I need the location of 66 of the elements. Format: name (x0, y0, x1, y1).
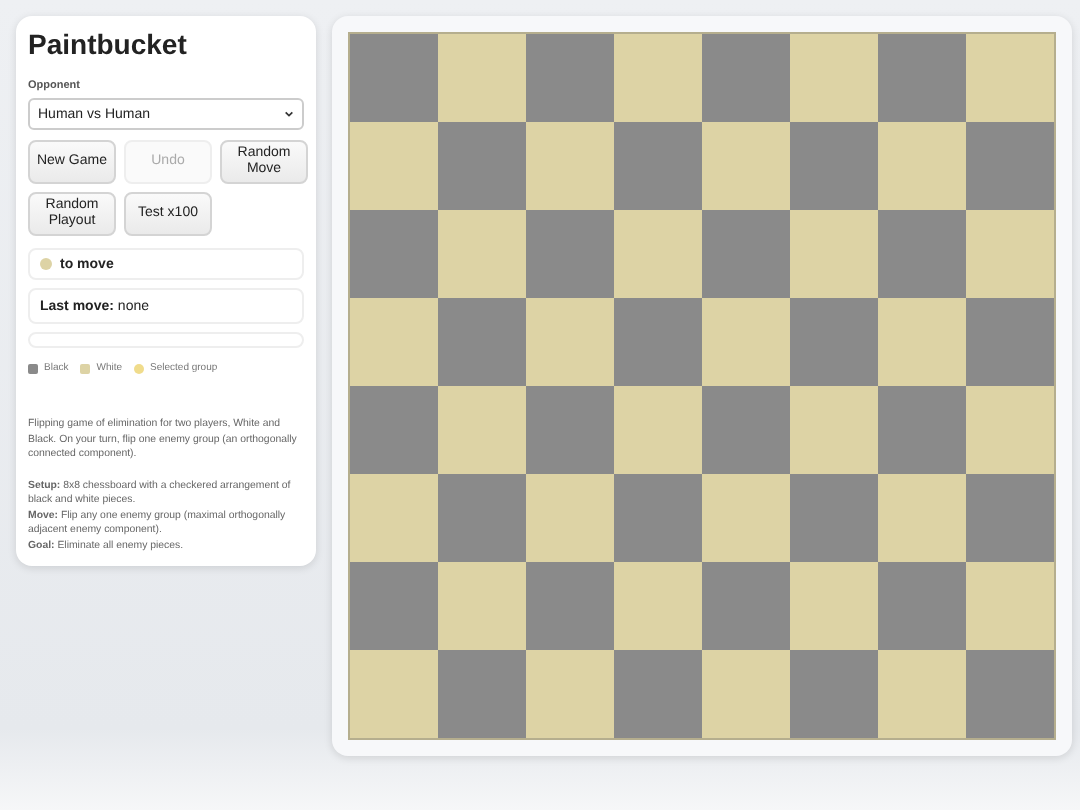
board-square[interactable] (702, 562, 789, 649)
board-square[interactable] (350, 650, 437, 737)
board-square[interactable] (966, 650, 1053, 737)
board-square[interactable] (614, 386, 701, 473)
board-square[interactable] (878, 34, 965, 121)
board-square[interactable] (702, 210, 789, 297)
board-square[interactable] (350, 386, 437, 473)
board-square[interactable] (966, 210, 1053, 297)
board-square[interactable] (526, 386, 613, 473)
board-square[interactable] (438, 122, 525, 209)
board-square[interactable] (350, 298, 437, 385)
board-square[interactable] (702, 650, 789, 737)
board-square[interactable] (966, 122, 1053, 209)
board-square[interactable] (438, 34, 525, 121)
board-square[interactable] (614, 562, 701, 649)
board-square[interactable] (350, 562, 437, 649)
board-square[interactable] (878, 298, 965, 385)
board-square[interactable] (878, 210, 965, 297)
board-square[interactable] (790, 122, 877, 209)
board-square[interactable] (526, 210, 613, 297)
board-square[interactable] (438, 298, 525, 385)
board-square[interactable] (966, 34, 1053, 121)
board-square[interactable] (790, 650, 877, 737)
board-square[interactable] (350, 474, 437, 561)
board-square[interactable] (526, 122, 613, 209)
board-square[interactable] (526, 650, 613, 737)
board-square[interactable] (526, 474, 613, 561)
board-square[interactable] (438, 386, 525, 473)
board-square[interactable] (790, 474, 877, 561)
chevron-icon (284, 110, 294, 118)
board-square[interactable] (526, 298, 613, 385)
board-square[interactable] (966, 562, 1053, 649)
board-square[interactable] (966, 386, 1053, 473)
board-square[interactable] (878, 122, 965, 209)
board-square[interactable] (878, 386, 965, 473)
board-square[interactable] (438, 210, 525, 297)
board-square[interactable] (614, 474, 701, 561)
board-square[interactable] (790, 34, 877, 121)
board-square[interactable] (350, 34, 437, 121)
board-square[interactable] (526, 34, 613, 121)
board-square[interactable] (966, 298, 1053, 385)
board-square[interactable] (878, 562, 965, 649)
board-square[interactable] (790, 298, 877, 385)
board-square[interactable] (878, 474, 965, 561)
board-square[interactable] (350, 122, 437, 209)
board-square[interactable] (702, 474, 789, 561)
board-square[interactable] (438, 474, 525, 561)
board-square[interactable] (702, 298, 789, 385)
board-square[interactable] (702, 386, 789, 473)
board-square[interactable] (526, 562, 613, 649)
board-square[interactable] (702, 34, 789, 121)
board-square[interactable] (790, 210, 877, 297)
board-square[interactable] (438, 562, 525, 649)
board-square[interactable] (702, 122, 789, 209)
board-square[interactable] (790, 386, 877, 473)
board-square[interactable] (878, 650, 965, 737)
board-square[interactable] (614, 650, 701, 737)
board-square[interactable] (350, 210, 437, 297)
board-square[interactable] (614, 298, 701, 385)
board-square[interactable] (614, 122, 701, 209)
app-title: Paintbucket (28, 28, 189, 60)
board-square[interactable] (966, 474, 1053, 561)
board-square[interactable] (614, 34, 701, 121)
board-square[interactable] (614, 210, 701, 297)
board-square[interactable] (438, 650, 525, 737)
board-square[interactable] (790, 562, 877, 649)
